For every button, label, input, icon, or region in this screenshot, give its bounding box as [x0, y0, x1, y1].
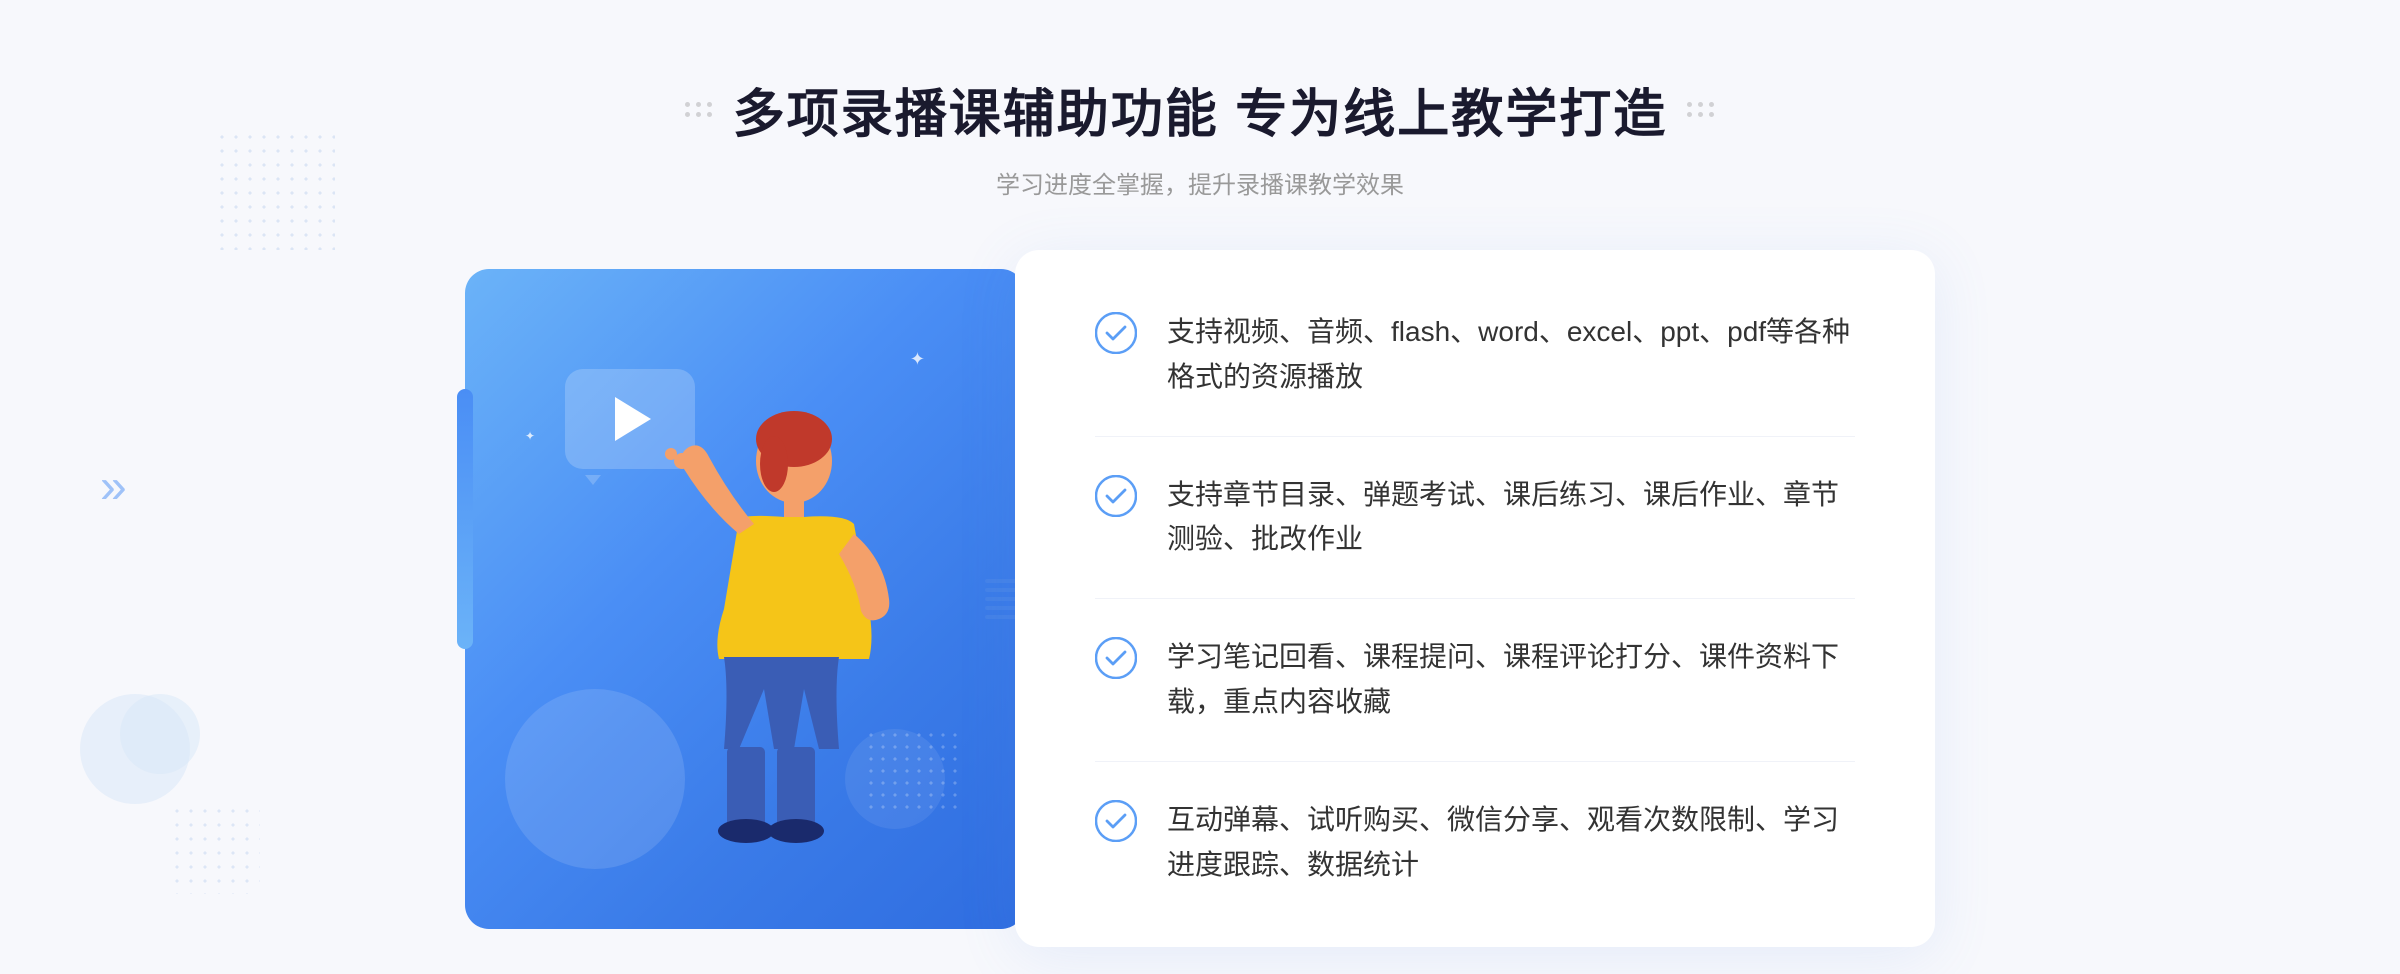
check-icon-3	[1095, 637, 1137, 679]
dot-pattern-bottom-left	[170, 804, 260, 894]
feature-text-3: 学习笔记回看、课程提问、课程评论打分、课件资料下载，重点内容收藏	[1167, 635, 1855, 725]
page-wrapper: » 多项录播课辅助功能 专为线上教学打造 学习进度全掌握，	[0, 0, 2400, 974]
check-icon-4	[1095, 800, 1137, 842]
decorative-circle-small	[120, 694, 200, 774]
feature-text-1: 支持视频、音频、flash、word、excel、ppt、pdf等各种格式的资源…	[1167, 310, 1855, 400]
star-decoration-2: ✦	[525, 429, 535, 443]
feature-item-3: 学习笔记回看、课程提问、课程评论打分、课件资料下载，重点内容收藏	[1095, 599, 1855, 762]
feature-item-4: 互动弹幕、试听购买、微信分享、观看次数限制、学习进度跟踪、数据统计	[1095, 762, 1855, 888]
illustration-inner: ✦ ✦	[465, 269, 1025, 929]
accent-bar	[457, 389, 473, 649]
person-illustration	[609, 409, 949, 929]
content-area: ✦ ✦	[465, 250, 1935, 947]
check-icon-1	[1095, 312, 1137, 354]
title-row: 多项录播课辅助功能 专为线上教学打造	[685, 72, 1715, 147]
feature-text-2: 支持章节目录、弹题考试、课后练习、课后作业、章节测验、批改作业	[1167, 473, 1855, 563]
feature-text-4: 互动弹幕、试听购买、微信分享、观看次数限制、学习进度跟踪、数据统计	[1167, 798, 1855, 888]
dot-pattern-top-left	[215, 130, 335, 250]
title-dots-right	[1687, 102, 1715, 117]
illustration-card: ✦ ✦	[465, 269, 1025, 929]
main-title: 多项录播课辅助功能 专为线上教学打造	[733, 72, 1667, 147]
title-dots-left	[685, 102, 713, 117]
page-header: 多项录播课辅助功能 专为线上教学打造 学习进度全掌握，提升录播课教学效果	[685, 0, 1715, 200]
feature-item-1: 支持视频、音频、flash、word、excel、ppt、pdf等各种格式的资源…	[1095, 310, 1855, 437]
left-chevron-decoration: »	[100, 460, 127, 515]
feature-item-2: 支持章节目录、弹题考试、课后练习、课后作业、章节测验、批改作业	[1095, 437, 1855, 600]
features-card: 支持视频、音频、flash、word、excel、ppt、pdf等各种格式的资源…	[1015, 250, 1935, 947]
check-icon-2	[1095, 475, 1137, 517]
star-decoration-1: ✦	[910, 349, 925, 370]
subtitle: 学习进度全掌握，提升录播课教学效果	[685, 165, 1715, 200]
